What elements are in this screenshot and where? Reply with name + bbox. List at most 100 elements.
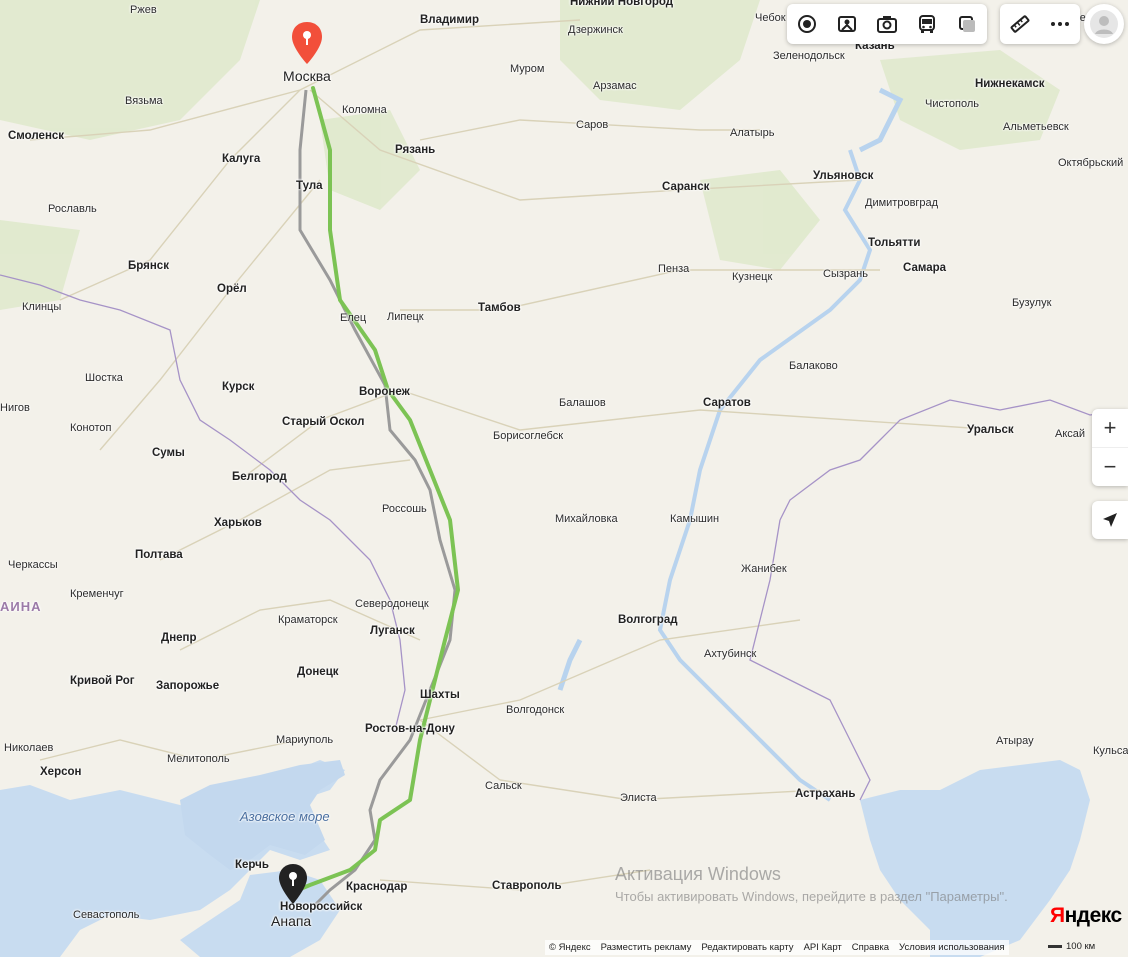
city-label: Уральск [967, 424, 1014, 436]
city-label: Октябрьский [1058, 157, 1124, 169]
city-label: Сумы [152, 447, 185, 459]
city-label: Смоленск [8, 130, 65, 142]
ruler-icon [1010, 15, 1030, 33]
city-label: Луганск [370, 625, 415, 637]
city-label: Брянск [128, 260, 169, 272]
city-label: Ростов-на-Дону [365, 723, 455, 735]
city-label: Чебок [755, 12, 786, 24]
city-label: Черкассы [8, 559, 58, 571]
city-label: Воронеж [359, 386, 410, 398]
city-label: Харьков [214, 517, 262, 529]
city-label: Владимир [420, 14, 479, 26]
city-label: Мелитополь [167, 753, 230, 765]
zoom-control: + − [1092, 409, 1128, 486]
city-label: Белгород [232, 471, 287, 483]
city-label: Чистополь [925, 98, 979, 110]
user-avatar[interactable] [1084, 4, 1124, 44]
city-label: Елец [340, 312, 367, 324]
city-label: Севастополь [73, 909, 140, 921]
end-label: Анапа [271, 913, 312, 929]
yandex-logo[interactable]: Яндекс [1050, 904, 1122, 928]
ruler-button[interactable] [1000, 4, 1040, 44]
footer-link-help[interactable]: Справка [852, 942, 889, 953]
layers-icon [798, 15, 816, 33]
map-tools-toolbar [1000, 4, 1080, 44]
city-label: Зеленодольск [773, 50, 845, 62]
city-label: Ставрополь [492, 880, 562, 892]
zoom-in-button[interactable]: + [1092, 409, 1128, 447]
watermark-text: Чтобы активировать Windows, перейдите в … [615, 889, 1008, 904]
city-label: Астрахань [795, 788, 856, 800]
city-label: Атырау [996, 735, 1034, 747]
city-label: Кульса [1093, 745, 1128, 757]
city-label: Альметьевск [1003, 121, 1069, 133]
location-arrow-icon [1103, 513, 1117, 527]
city-label: Саров [576, 119, 609, 131]
windows-activation-watermark: Активация Windows Чтобы активировать Win… [615, 864, 1008, 904]
city-label: Старый Оскол [282, 416, 365, 428]
watermark-title: Активация Windows [615, 864, 781, 884]
footer-link-terms[interactable]: Условия использования [899, 942, 1004, 953]
city-label: Шостка [85, 372, 123, 384]
city-label: Рославль [48, 203, 97, 215]
city-label: Ульяновск [813, 170, 874, 182]
city-label: Кузнецк [732, 271, 773, 283]
city-label: Херсон [40, 766, 82, 778]
footer-link-edit-map[interactable]: Редактировать карту [701, 942, 793, 953]
city-label: Коломна [342, 104, 387, 116]
zoom-out-button[interactable]: − [1092, 447, 1128, 486]
city-label: Шахты [420, 689, 460, 701]
city-label: Борисоглебск [493, 430, 564, 442]
city-label: Кривой Рог [70, 675, 135, 687]
city-label: Арзамас [593, 80, 637, 92]
city-label: Сальск [485, 780, 522, 792]
city-label: Вязьма [125, 95, 163, 107]
footer-link-api[interactable]: API Карт [804, 942, 842, 953]
traffic-button[interactable] [947, 4, 987, 44]
map-scale: 100 км [1048, 941, 1095, 952]
city-label: Балаково [789, 360, 838, 372]
city-label: Муром [510, 63, 545, 75]
city-label: Бузулук [1012, 297, 1052, 309]
city-label: Волгоград [618, 614, 678, 626]
start-marker[interactable] [290, 20, 324, 71]
city-label: Северодонецк [355, 598, 429, 610]
city-label: Курск [222, 381, 255, 393]
city-label: Дзержинск [568, 24, 623, 36]
city-label: Кременчуг [70, 588, 124, 600]
city-label: Пенза [658, 263, 690, 275]
city-label: Липецк [387, 311, 424, 323]
user-icon [1090, 10, 1118, 38]
map-canvas[interactable] [0, 0, 1128, 957]
city-label: Саранск [662, 181, 710, 193]
city-label: Николаев [4, 742, 54, 754]
transport-button[interactable] [907, 4, 947, 44]
end-marker[interactable] [277, 862, 309, 911]
more-button[interactable] [1040, 4, 1080, 44]
geolocation-button[interactable] [1092, 501, 1128, 539]
layers-button[interactable] [787, 4, 827, 44]
city-label: Тула [296, 180, 323, 192]
scale-label: 100 км [1066, 941, 1096, 952]
photo-button[interactable] [867, 4, 907, 44]
footer-link-ads[interactable]: Разместить рекламу [601, 942, 692, 953]
city-label: Полтава [135, 549, 183, 561]
city-label: Нижнекамск [975, 78, 1045, 90]
city-label: Балашов [559, 397, 606, 409]
scale-bar [1048, 945, 1062, 948]
more-icon [1051, 22, 1069, 26]
panorama-button[interactable] [827, 4, 867, 44]
city-label: Краснодар [346, 881, 408, 893]
city-label: Сызрань [823, 268, 868, 280]
city-label: Россошь [382, 503, 427, 515]
city-label: Алатырь [730, 127, 775, 139]
city-label: Нигов [0, 402, 30, 414]
city-label: Керчь [235, 859, 269, 871]
city-label: Тамбов [478, 302, 521, 314]
copyright-text: © Яндекс [549, 942, 591, 953]
city-label: Донецк [297, 666, 339, 678]
city-label: Димитровград [865, 197, 939, 209]
city-label: Камышин [670, 513, 720, 525]
city-label: Мариуполь [276, 734, 334, 746]
city-label: Волгодонск [506, 704, 565, 716]
